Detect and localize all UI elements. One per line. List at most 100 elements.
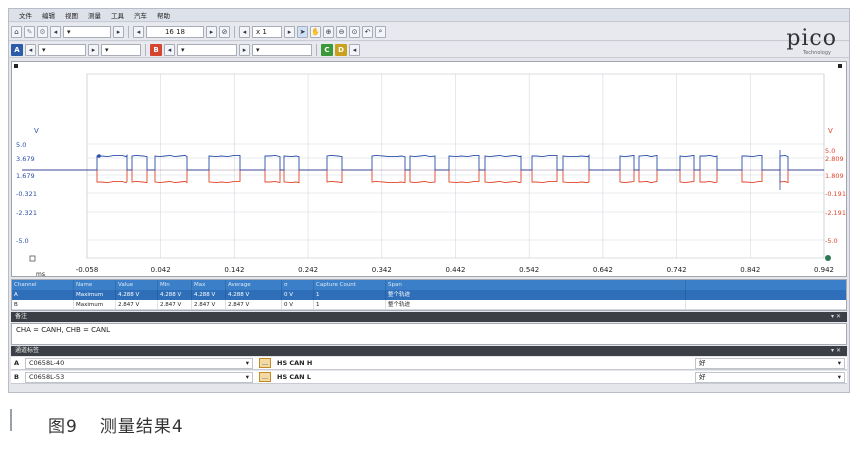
ellipsis-button[interactable]: … — [259, 372, 271, 382]
channel-d-left-button[interactable]: ◂ — [349, 43, 360, 56]
zoom-fit-icon[interactable]: ⊙ — [349, 25, 360, 38]
caption-text: 测量结果4 — [99, 417, 184, 437]
right-tick-label: -0.191 — [825, 190, 846, 198]
table-cell: 2.847 V — [158, 300, 192, 309]
scroll-right-button[interactable]: ▸ — [113, 25, 124, 38]
channel-b-coupling-select[interactable]: ▾ — [252, 43, 312, 56]
zoom-out-icon[interactable]: ⊖ — [336, 25, 347, 38]
channel-b-button[interactable]: B — [150, 43, 162, 56]
scope-view[interactable]: V V 5.0 3.679 1.679 -0.321 -2.321 -5.0 5.0 2.809 1… — [11, 61, 847, 277]
right-axis-unit: V — [828, 127, 833, 135]
channel-a-coupling-select[interactable]: ▾ — [101, 43, 141, 56]
probe-name: C0658L-53 — [29, 372, 65, 381]
table-cell: 0 V — [282, 300, 314, 309]
probe-status-select[interactable]: 好 ▾ — [695, 371, 845, 383]
probe-status-select[interactable]: 好 ▾ — [695, 357, 845, 369]
x-tick-label: 0.242 — [298, 266, 318, 274]
timebase-field[interactable]: 16 18 — [146, 25, 204, 38]
probe-select[interactable]: C0658L-53 ▾ — [25, 371, 253, 383]
capture-mode-select[interactable]: ▾ — [63, 25, 111, 38]
logo-subtitle: Technology — [802, 50, 831, 56]
probe-name: C0658L-40 — [29, 358, 65, 367]
measurements-table: Channel Name Value Min Max Average σ Capture Co… — [11, 279, 847, 311]
probe-row[interactable]: A C0658L-40 ▾… HS CAN H 好 ▾ — [11, 357, 847, 370]
zoom-next-button[interactable]: ▸ — [284, 25, 295, 38]
probe-row[interactable]: B C0658L-53 ▾… HS CAN L 好 ▾ — [11, 371, 847, 384]
toolbar-channels: A ◂ ▾ ▸ ▾ B ◂ ▾ ▸ ▾ C D ◂ — [9, 42, 849, 58]
menu-item[interactable]: 编辑 — [42, 10, 55, 20]
zoom-in-icon[interactable]: ⊕ — [323, 25, 334, 38]
prev-timebase-button[interactable]: ◂ — [133, 25, 144, 38]
undo-zoom-icon[interactable]: ↶ — [362, 25, 373, 38]
pin-icon[interactable]: ▾ ✕ — [831, 312, 841, 322]
table-row[interactable]: B Maximum 2.847 V 2.847 V 2.847 V 2.847 V0 V1… — [12, 300, 846, 310]
table-row[interactable]: A Maximum 4.288 V 4.288 V 4.288 V 4.288 V0 V1… — [12, 290, 846, 300]
figure-caption: 图9 测量结果4 — [48, 412, 206, 437]
corner-marker — [14, 64, 18, 68]
menu-item[interactable]: 汽车 — [134, 10, 147, 20]
menu-item[interactable]: 文件 — [19, 10, 32, 20]
table-cell: Maximum — [74, 290, 116, 300]
channel-b-range-select[interactable]: ▾ — [177, 43, 237, 56]
table-cell: 0 V — [282, 290, 314, 300]
zoom-field[interactable]: x 1 — [252, 25, 282, 38]
probe-channel: B — [14, 373, 19, 381]
channel-a-trace — [22, 154, 824, 171]
notes-title-bar: 备注 ▾ ✕ — [11, 312, 847, 322]
chevron-down-icon: ▾ — [245, 372, 249, 381]
right-tick-label: -2.191 — [825, 209, 846, 217]
separator — [128, 25, 129, 38]
channel-d-button[interactable]: D — [335, 43, 347, 56]
ellipsis-button[interactable]: … — [259, 358, 271, 368]
table-cell: 4.288 V — [226, 290, 282, 300]
x-tick-label: 0.842 — [740, 266, 760, 274]
channel-b-right-button[interactable]: ▸ — [239, 43, 250, 56]
stop-icon[interactable]: ⊘ — [219, 25, 230, 38]
table-cell: 2.847 V — [192, 300, 226, 309]
corner-marker — [838, 64, 842, 68]
left-tick-label: -0.321 — [16, 190, 37, 198]
notes-panel[interactable]: CHA = CANH, CHB = CANL — [11, 323, 847, 345]
channel-b-left-button[interactable]: ◂ — [164, 43, 175, 56]
search-icon[interactable]: ⌕ — [375, 25, 386, 38]
left-tick-label: 1.679 — [16, 172, 35, 180]
notes-title: 备注 — [15, 313, 28, 320]
probe-channel: A — [14, 359, 20, 367]
waveform-plot[interactable]: V V5.03.6791.679-0.321-2.321-5.05.02.8091… — [12, 62, 846, 276]
probes-title: 通道标签 — [15, 347, 40, 354]
pen-icon[interactable]: ✎ — [24, 25, 35, 38]
table-cell: Name — [74, 280, 116, 290]
zoom-prev-button[interactable]: ◂ — [239, 25, 250, 38]
channel-a-right-button[interactable]: ▸ — [88, 43, 99, 56]
left-tick-label: -2.321 — [16, 209, 37, 217]
menu-item[interactable]: 测量 — [88, 10, 101, 20]
menu-item[interactable]: 帮助 — [157, 10, 170, 20]
menu-item[interactable]: 视图 — [65, 10, 78, 20]
pointer-icon[interactable]: ➤ — [297, 25, 308, 38]
scroll-left-button[interactable]: ◂ — [50, 25, 61, 38]
menu-item[interactable]: 工具 — [111, 10, 124, 20]
hand-icon[interactable]: ✋ — [310, 25, 321, 38]
table-cell: 4.288 V — [192, 290, 226, 300]
left-tick-label: 5.0 — [16, 141, 26, 149]
table-cell: 2.847 V — [116, 300, 158, 309]
channel-a-range-select[interactable]: ▾ — [38, 43, 86, 56]
pin-icon[interactable]: ▾ ✕ — [831, 346, 841, 356]
table-cell: Value — [116, 280, 158, 290]
table-cell: B — [12, 300, 74, 309]
channel-a-button[interactable]: A — [11, 43, 23, 56]
probe-status: 好 — [699, 358, 706, 367]
notes-text: CHA = CANH, CHB = CANL — [16, 326, 110, 334]
x-tick-label: 0.442 — [445, 266, 465, 274]
channel-a-left-button[interactable]: ◂ — [25, 43, 36, 56]
table-cell: Channel — [12, 280, 74, 290]
next-timebase-button[interactable]: ▸ — [206, 25, 217, 38]
probe-select[interactable]: C0658L-40 ▾ — [25, 357, 253, 369]
channel-c-button[interactable]: C — [321, 43, 333, 56]
chevron-down-icon: ▾ — [837, 372, 841, 381]
table-cell: Min — [158, 280, 192, 290]
chevron-down-icon: ▾ — [837, 358, 841, 367]
app-window: 文件 编辑 视图 测量 工具 汽车 帮助 ⌂ ✎ ⚙ ◂ ▾ ▸ ◂ 16 18 ▸ ⊘ ◂… — [8, 8, 850, 393]
gear-icon[interactable]: ⚙ — [37, 25, 48, 38]
home-icon[interactable]: ⌂ — [11, 25, 22, 38]
